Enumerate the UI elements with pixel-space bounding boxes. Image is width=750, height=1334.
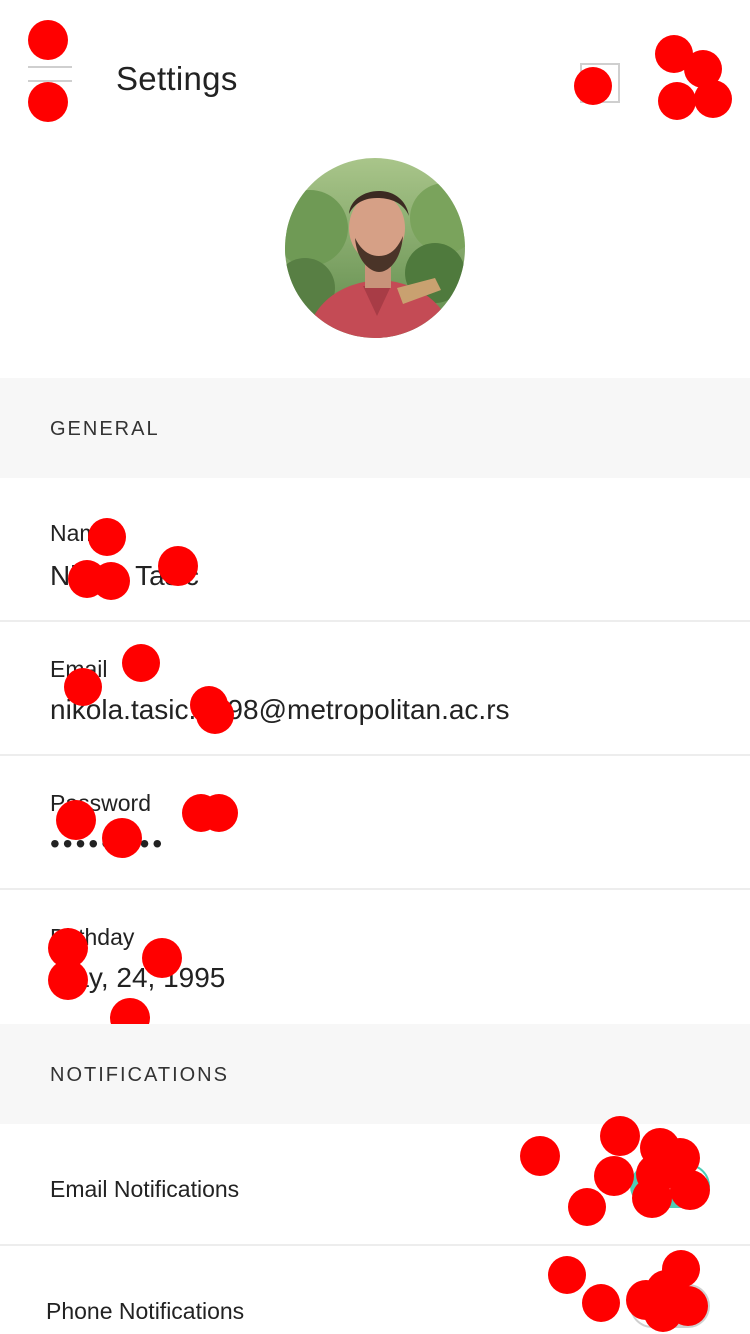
red-marker [28,82,68,122]
red-marker [594,1156,634,1196]
hamburger-menu-icon[interactable] [28,20,72,122]
red-marker [658,82,696,120]
red-marker [200,794,238,832]
red-marker [88,518,126,556]
phone-notifications-label: Phone Notifications [46,1298,245,1324]
password-row[interactable]: Password ••••••••• [0,756,750,890]
red-marker [92,562,130,600]
birthday-row[interactable]: Birthday May, 24, 1995 [0,890,750,1038]
email-row[interactable]: Email nikola.tasic.1998@metropolitan.ac.… [0,622,750,756]
red-marker [520,1136,560,1176]
section-header-general: GENERAL [0,378,750,478]
red-marker [632,1178,672,1218]
red-marker [694,80,732,118]
red-marker [600,1116,640,1156]
red-marker [122,644,160,682]
email-notifications-label: Email Notifications [50,1176,240,1202]
menu-line [28,66,72,68]
red-marker [574,67,612,105]
more-icon[interactable] [650,30,740,120]
red-marker [568,1188,606,1226]
email-notifications-row: Email Notifications [0,1116,750,1246]
red-marker [644,1294,682,1332]
section-title: NOTIFICATIONS [50,1064,229,1086]
avatar[interactable] [285,158,465,338]
name-row[interactable]: Name Nikola Tasic [0,478,750,622]
red-marker [102,818,142,858]
email-value: nikola.tasic.1998@metropolitan.ac.rs [50,694,510,725]
app-header: Settings [0,0,750,160]
phone-notifications-row: Phone Notifications [0,1246,750,1334]
red-marker [548,1256,586,1294]
red-marker [582,1284,620,1322]
red-marker [196,696,234,734]
red-marker [56,800,96,840]
section-header-notifications: NOTIFICATIONS [0,1024,750,1124]
page-title: Settings [116,60,238,97]
red-marker [142,938,182,978]
red-marker [28,20,68,60]
section-title: GENERAL [50,418,160,440]
square-icon[interactable] [574,63,620,105]
red-marker [64,668,102,706]
red-marker [48,960,88,1000]
red-marker [670,1170,710,1210]
avatar-photo [285,158,465,338]
red-marker [158,546,198,586]
